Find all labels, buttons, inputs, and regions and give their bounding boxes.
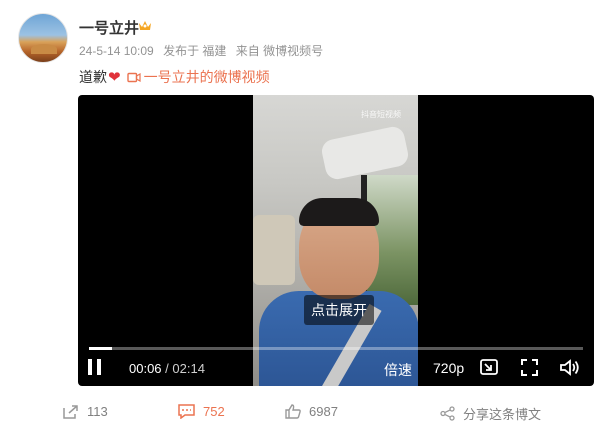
picture-in-picture-icon[interactable]: [480, 359, 498, 375]
share-icon: [440, 406, 455, 421]
post-date[interactable]: 24-5-14 10:09: [79, 44, 154, 58]
video-watermark: 抖音短视频: [361, 110, 401, 119]
repost-button[interactable]: 113: [63, 404, 108, 419]
repost-icon: [63, 405, 78, 419]
video-scene: [253, 215, 295, 285]
volume-icon[interactable]: [560, 359, 580, 376]
post-source[interactable]: 来自 微博视频号: [236, 44, 323, 58]
repost-count: 113: [87, 404, 108, 419]
video-frame[interactable]: 抖音短视频: [253, 95, 418, 386]
progress-bar[interactable]: [89, 347, 583, 350]
crown-icon: [139, 21, 151, 30]
post-meta: 24-5-14 10:09 发布于 福建 来自 微博视频号: [79, 42, 329, 59]
thumbs-up-icon: [285, 404, 301, 419]
video-link[interactable]: 一号立井的微博视频: [144, 67, 270, 87]
post-text: 道歉 ❤ 一号立井的微博视频: [79, 67, 270, 87]
video-player[interactable]: 抖音短视频 点击展开 00:06 / 02:14 倍速 720p: [78, 95, 594, 386]
heart-icon: ❤: [108, 69, 121, 86]
video-scene: [319, 124, 411, 182]
action-bar: 113 752 6987 分享这条博文: [0, 398, 600, 428]
comment-button[interactable]: 752: [178, 404, 225, 419]
current-time: 00:06: [129, 361, 162, 376]
share-button[interactable]: 分享这条博文: [440, 404, 541, 423]
pause-icon[interactable]: [88, 358, 106, 376]
fullscreen-icon[interactable]: [521, 359, 538, 376]
avatar[interactable]: [18, 13, 68, 63]
total-time: 02:14: [172, 361, 205, 376]
avatar-landscape: [31, 44, 57, 54]
quality-button[interactable]: 720p: [433, 360, 464, 376]
comment-icon: [178, 404, 195, 419]
time-display: 00:06 / 02:14: [129, 361, 205, 376]
like-button[interactable]: 6987: [285, 404, 338, 419]
progress-fill: [89, 347, 112, 350]
share-label: 分享这条博文: [463, 407, 542, 422]
video-scene: [299, 198, 379, 226]
like-count: 6987: [309, 404, 338, 419]
expand-button[interactable]: 点击展开: [304, 295, 374, 325]
post-location: 发布于 福建: [163, 44, 227, 58]
speed-button[interactable]: 倍速: [384, 360, 412, 380]
username[interactable]: 一号立井: [79, 17, 139, 38]
video-camera-icon: [126, 72, 141, 82]
video-controls: 00:06 / 02:14 倍速 720p: [78, 351, 594, 383]
post-text-content: 道歉: [79, 69, 107, 85]
comment-count: 752: [203, 404, 225, 419]
